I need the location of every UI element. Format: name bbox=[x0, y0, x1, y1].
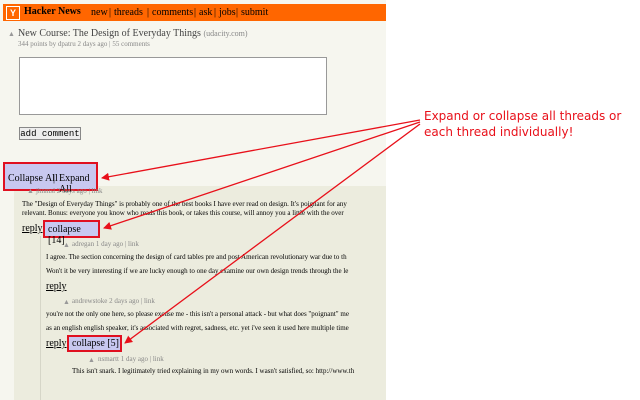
annotation-arrows bbox=[101, 119, 421, 344]
arrow-to-collapse-all bbox=[101, 119, 421, 181]
annotation-text: Expand or collapse all threads or each t… bbox=[424, 109, 622, 139]
arrow-to-collapse-14 bbox=[103, 121, 421, 230]
arrow-to-collapse-5 bbox=[124, 123, 421, 344]
